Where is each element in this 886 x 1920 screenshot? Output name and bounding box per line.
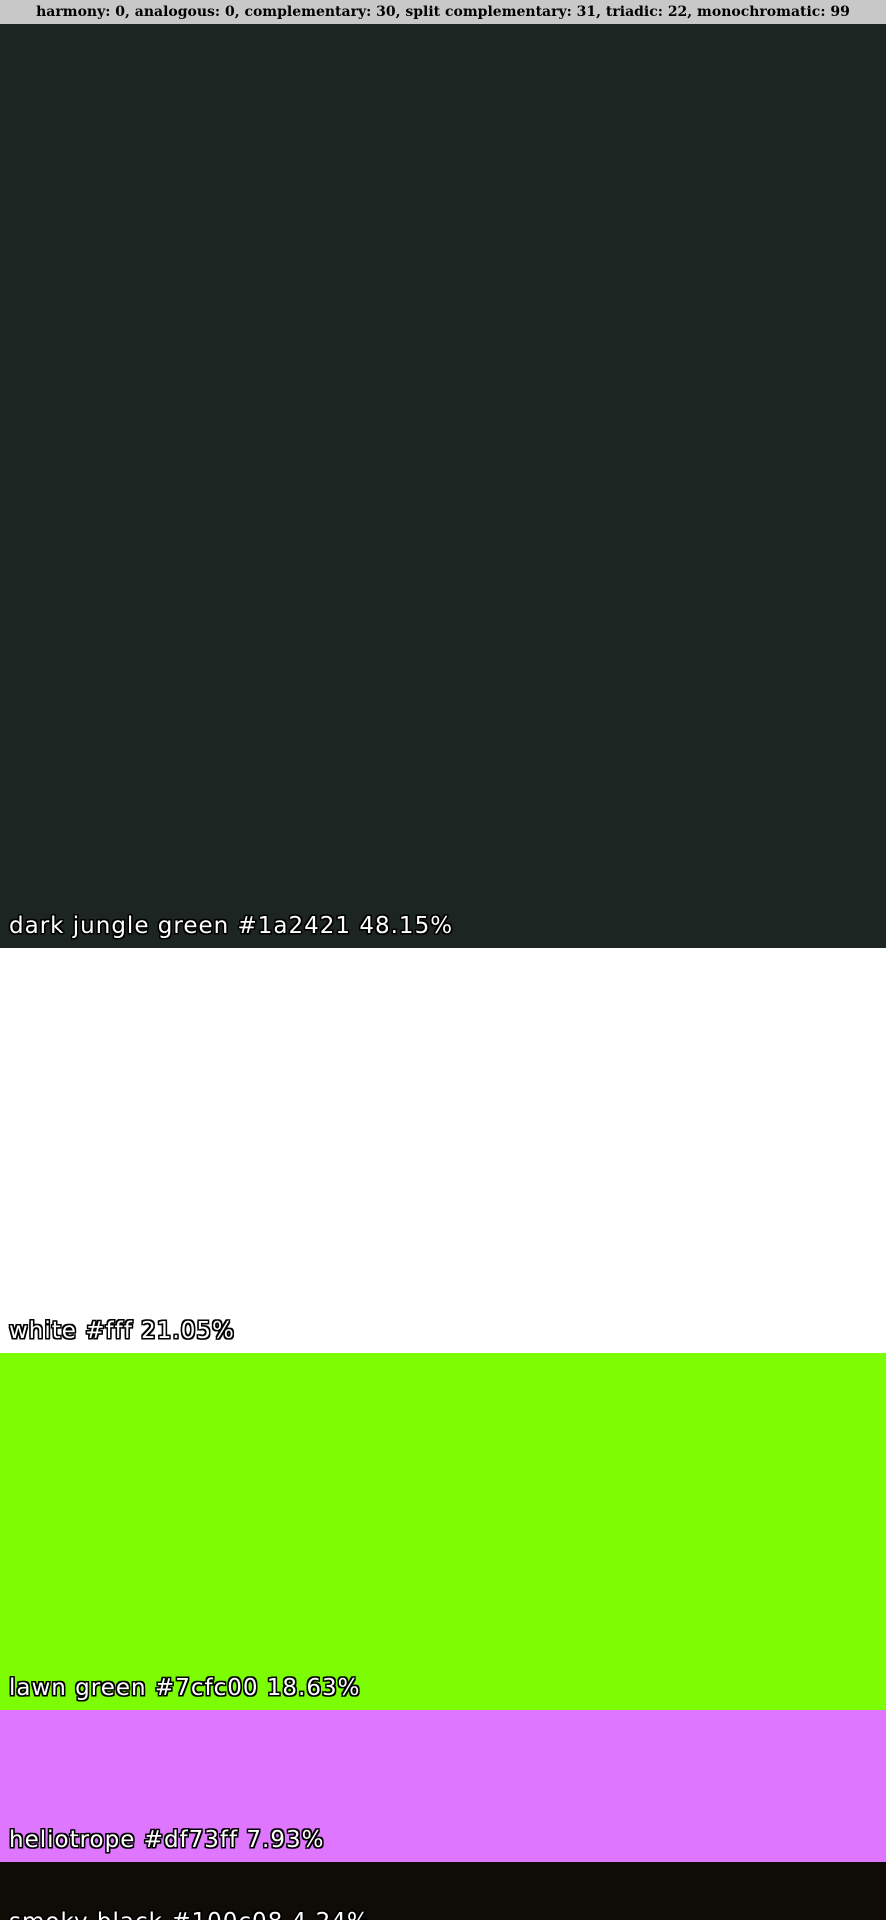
swatch-label: lawn green #7cfc00 18.63% — [9, 1675, 361, 1701]
palette-page: harmony: 0, analogous: 0, complementary:… — [0, 0, 886, 1920]
harmony-summary-header: harmony: 0, analogous: 0, complementary:… — [0, 0, 886, 24]
color-swatch-smoky-black: smoky black #100c08 4.24% — [0, 1862, 886, 1920]
swatch-label: white #fff 21.05% — [9, 1318, 235, 1344]
harmony-summary-text: harmony: 0, analogous: 0, complementary:… — [36, 4, 850, 20]
color-swatch-dark-jungle-green: dark jungle green #1a2421 48.15% — [0, 24, 886, 948]
color-swatch-heliotrope: heliotrope #df73ff 7.93% — [0, 1710, 886, 1862]
color-swatch-lawn-green: lawn green #7cfc00 18.63% — [0, 1353, 886, 1710]
swatch-label: dark jungle green #1a2421 48.15% — [9, 913, 454, 939]
swatch-label: smoky black #100c08 4.24% — [9, 1909, 370, 1920]
swatch-label: heliotrope #df73ff 7.93% — [9, 1827, 325, 1853]
color-swatch-white: white #fff 21.05% — [0, 948, 886, 1353]
